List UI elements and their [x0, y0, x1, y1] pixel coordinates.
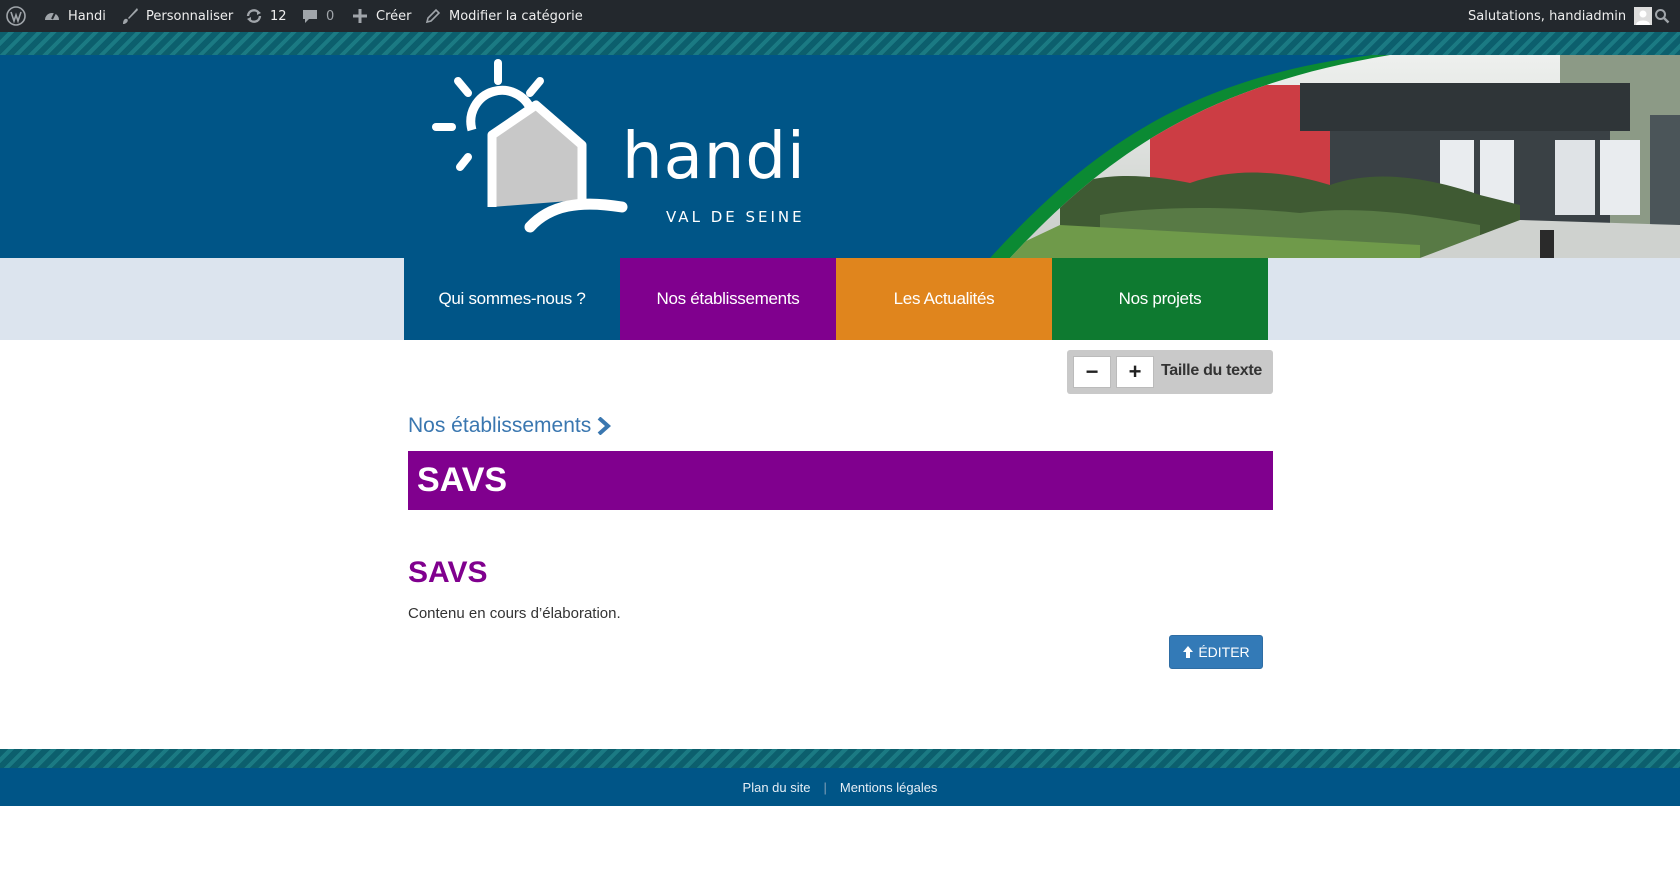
site-logo[interactable]: handi VAL DE SEINE — [430, 55, 820, 255]
pencil-icon — [423, 6, 443, 26]
footer-link-mentions-legales[interactable]: Mentions légales — [840, 780, 938, 795]
avatar — [1634, 7, 1653, 25]
search-icon[interactable] — [1652, 6, 1672, 26]
new-content-menu[interactable]: Créer — [350, 0, 411, 32]
site-header: handi VAL DE SEINE — [0, 55, 1680, 258]
site-name-label: Handi — [68, 8, 106, 24]
page-title: SAVS — [408, 451, 1273, 510]
text-size-decrease-button[interactable]: − — [1073, 356, 1111, 388]
comments-count: 0 — [326, 8, 335, 24]
nav-item-les-actualites[interactable]: Les Actualités — [836, 258, 1052, 340]
updates-menu[interactable]: 12 — [244, 0, 287, 32]
greeting-label: Salutations, handiadmin — [1468, 8, 1627, 24]
sun-house-logo-icon — [432, 59, 628, 233]
logo-tagline: VAL DE SEINE — [666, 208, 805, 226]
customize-label: Personnaliser — [146, 8, 234, 24]
wordpress-menu[interactable] — [6, 0, 32, 32]
admin-bar: Handi Personnaliser 12 0 Créer Modifier … — [0, 0, 1680, 32]
nav-item-nos-etablissements[interactable]: Nos établissements — [620, 258, 836, 340]
search-menu[interactable] — [1652, 0, 1678, 32]
header-stripes — [0, 32, 1680, 55]
chevron-right-icon — [597, 417, 612, 435]
edit-button-label: ÉDITER — [1198, 644, 1250, 660]
nav-item-nos-projets[interactable]: Nos projets — [1052, 258, 1268, 340]
breadcrumb: Nos établissements — [408, 414, 612, 438]
updates-count: 12 — [270, 8, 287, 24]
my-account-menu[interactable]: Salutations, handiadmin — [1468, 0, 1653, 32]
arrow-up-icon — [1182, 645, 1194, 659]
text-size-label: Taille du texte — [1161, 362, 1263, 379]
updates-icon — [244, 6, 264, 26]
plus-icon — [350, 6, 370, 26]
new-content-label: Créer — [376, 8, 412, 24]
edit-category-label: Modifier la catégorie — [449, 8, 583, 24]
site-footer: Plan du site | Mentions légales — [0, 768, 1680, 806]
nav-item-qui-sommes-nous[interactable]: Qui sommes-nous ? — [404, 258, 620, 340]
paintbrush-icon — [120, 6, 140, 26]
footer-stripes — [0, 749, 1680, 768]
header-building-photo — [990, 55, 1680, 258]
edit-button[interactable]: ÉDITER — [1169, 635, 1263, 669]
text-size-widget: − + Taille du texte — [1067, 350, 1273, 394]
content-text: Contenu en cours d’élaboration. — [408, 605, 621, 622]
content-heading: SAVS — [408, 556, 488, 589]
site-name-menu[interactable]: Handi — [42, 0, 106, 32]
footer-separator: | — [823, 779, 827, 795]
text-size-increase-button[interactable]: + — [1116, 356, 1154, 388]
edit-category-menu[interactable]: Modifier la catégorie — [423, 0, 583, 32]
footer-link-plan-du-site[interactable]: Plan du site — [743, 780, 811, 795]
breadcrumb-link-nos-etablissements[interactable]: Nos établissements — [408, 414, 591, 438]
comments-menu[interactable]: 0 — [300, 0, 334, 32]
dashboard-gauge-icon — [42, 6, 62, 26]
logo-word: handi — [622, 120, 806, 194]
comment-bubble-icon — [300, 6, 320, 26]
wordpress-logo-icon[interactable] — [6, 6, 26, 26]
customize-menu[interactable]: Personnaliser — [120, 0, 233, 32]
